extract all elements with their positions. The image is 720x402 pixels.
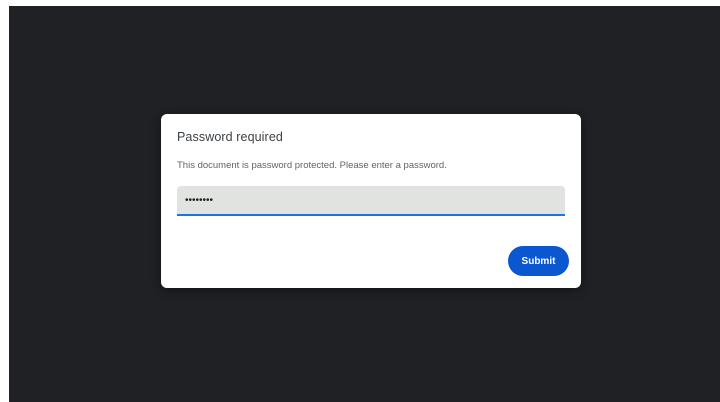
password-input[interactable]	[177, 186, 565, 214]
dialog-title: Password required	[177, 130, 283, 144]
submit-button[interactable]: Submit	[508, 246, 569, 276]
password-dialog: Password required This document is passw…	[161, 114, 581, 288]
dialog-message: This document is password protected. Ple…	[177, 160, 447, 171]
password-field[interactable]	[177, 186, 565, 216]
document-viewer-background: Password required This document is passw…	[9, 6, 720, 402]
